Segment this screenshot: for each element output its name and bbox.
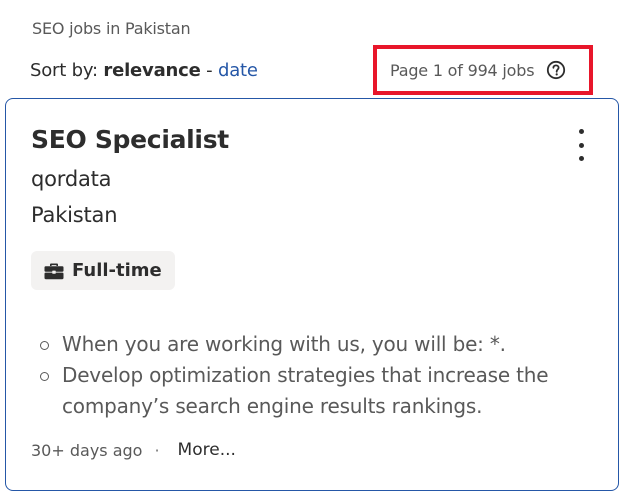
job-card[interactable]: SEO Specialist qordata Pakistan Full-tim… bbox=[5, 98, 619, 491]
posted-date: 30+ days ago bbox=[31, 440, 143, 460]
job-location: Pakistan bbox=[31, 203, 118, 227]
job-type-badge: Full-time bbox=[31, 251, 175, 290]
footer-separator: · bbox=[154, 440, 160, 460]
page-count-highlight: Page 1 of 994 jobs bbox=[373, 45, 593, 95]
search-results-heading: SEO jobs in Pakistan bbox=[32, 19, 191, 38]
job-footer: 30+ days ago · More... bbox=[31, 440, 236, 460]
snippet-item: Develop optimization strategies that inc… bbox=[37, 360, 577, 422]
page-count: Page 1 of 994 jobs bbox=[390, 60, 535, 80]
question-circle-icon[interactable] bbox=[546, 60, 566, 80]
more-vertical-icon[interactable] bbox=[574, 129, 588, 161]
sort-label: Sort by: bbox=[30, 60, 98, 81]
menu-dot bbox=[578, 142, 584, 148]
sort-option-date[interactable]: date bbox=[218, 60, 258, 81]
job-snippet: When you are working with us, you will b… bbox=[37, 329, 577, 422]
more-link[interactable]: More... bbox=[178, 440, 236, 460]
sort-controls: Sort by: relevance - date bbox=[30, 60, 258, 81]
job-type-label: Full-time bbox=[72, 260, 162, 281]
sort-separator: - bbox=[200, 60, 218, 81]
snippet-item: When you are working with us, you will b… bbox=[37, 329, 577, 360]
company-name: qordata bbox=[31, 167, 112, 191]
sort-option-relevance[interactable]: relevance bbox=[103, 60, 200, 81]
menu-dot bbox=[578, 129, 584, 134]
briefcase-icon bbox=[44, 262, 64, 280]
menu-dot bbox=[578, 156, 584, 161]
job-title[interactable]: SEO Specialist bbox=[31, 125, 229, 154]
